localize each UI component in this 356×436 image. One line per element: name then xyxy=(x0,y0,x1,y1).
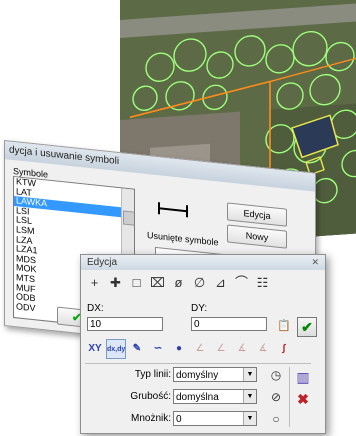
chevron-down-icon[interactable]: ▼ xyxy=(243,390,256,403)
divider xyxy=(85,363,311,364)
clipboard-icon[interactable]: 📋 xyxy=(277,319,291,333)
edit-window-titlebar: Edycja ✕ xyxy=(81,255,325,270)
angle-point-tool-icon[interactable]: ∅ xyxy=(190,273,209,293)
thickness-label: Grubość: xyxy=(130,391,171,402)
crosshair-tool-icon[interactable]: + xyxy=(85,273,104,293)
line-type-label: Typ linii: xyxy=(134,369,171,380)
disabled-tool-icon: ∡ xyxy=(258,343,268,354)
edit-window-title: Edycja xyxy=(87,257,118,268)
circle-icon[interactable]: ○ xyxy=(269,412,283,426)
checkmark-icon: ✔ xyxy=(301,319,313,335)
delete-icon[interactable]: ✖ xyxy=(295,391,311,407)
globe-icon[interactable]: ● xyxy=(169,339,189,359)
vertical-divider xyxy=(289,367,290,427)
bars-icon[interactable]: ▥ xyxy=(295,369,311,385)
multiplier-label: Mnożnik: xyxy=(130,413,171,424)
confirm-button[interactable]: ✔ xyxy=(297,317,317,337)
new-button[interactable]: Nowy xyxy=(227,224,287,249)
chevron-down-icon[interactable]: ▼ xyxy=(243,368,256,381)
curve-pen-icon[interactable]: ∽ xyxy=(148,339,168,359)
xy-mode-button[interactable]: XY xyxy=(85,339,105,359)
clock-icon[interactable]: ◷ xyxy=(269,368,283,382)
dy-input[interactable]: 0 xyxy=(191,317,267,331)
red-curve-icon[interactable]: ∫ xyxy=(274,339,294,359)
dx-input[interactable]: 10 xyxy=(87,317,163,331)
thickness-select[interactable]: domyślna ▼ xyxy=(173,389,257,404)
symbol-preview-icon xyxy=(158,202,188,218)
disabled-tool-icon: ∡ xyxy=(237,343,247,354)
removed-symbols-label: Usunięte symbole xyxy=(147,230,219,248)
arc-tool-icon[interactable]: ⌒ xyxy=(232,273,251,293)
dxdy-mode-button[interactable]: dx,dy xyxy=(106,339,126,359)
cross-square-tool-icon[interactable]: ⌧ xyxy=(148,273,167,293)
parallel-lines-tool-icon[interactable]: ☷ xyxy=(253,273,272,293)
multiplier-value: 0 xyxy=(176,414,182,425)
dy-label: DY: xyxy=(191,303,208,314)
corner-line-tool-icon[interactable]: ⊿ xyxy=(211,273,230,293)
thickness-value: domyślna xyxy=(176,392,219,403)
scrollbar-thumb[interactable] xyxy=(123,210,135,226)
mode-row: XY dx,dy ✎ ∽ ● ∠ ∠ ∡ ∡ ∫ xyxy=(85,339,294,361)
close-icon[interactable]: ✕ xyxy=(311,255,319,270)
line-type-value: domyślny xyxy=(176,370,219,381)
point-cross-tool-icon[interactable]: ✚ xyxy=(106,273,125,293)
disabled-tool-icon: ∠ xyxy=(195,343,205,354)
square-point-tool-icon[interactable]: □ xyxy=(127,273,146,293)
dx-label: DX: xyxy=(87,303,104,314)
line-type-select[interactable]: domyślny ▼ xyxy=(173,367,257,382)
chevron-down-icon[interactable]: ▼ xyxy=(243,412,256,425)
no-entry-icon[interactable]: ⊘ xyxy=(269,390,283,404)
pen-tool-icon[interactable]: ✎ xyxy=(127,339,147,359)
tool-row: + ✚ □ ⌧ ø ∅ ⊿ ⌒ ☷ xyxy=(85,273,272,297)
slash-point-tool-icon[interactable]: ø xyxy=(169,273,188,293)
edit-window: Edycja ✕ + ✚ □ ⌧ ø ∅ ⊿ ⌒ ☷ DX: 10 DY: 0 … xyxy=(80,254,326,434)
edit-button[interactable]: Edycja xyxy=(227,202,287,227)
disabled-tool-icon: ∠ xyxy=(216,343,226,354)
multiplier-select[interactable]: 0 ▼ xyxy=(173,411,257,426)
